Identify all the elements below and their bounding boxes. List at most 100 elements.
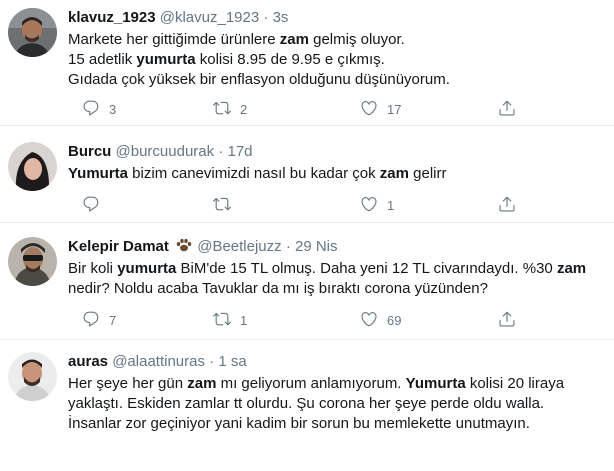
tweet-card[interactable]: auras @alaattinuras · 1 sa Her şeye her …	[0, 341, 614, 471]
highlighted-keyword: zam	[379, 165, 409, 182]
retweet-count: 2	[240, 101, 248, 117]
text-segment: bizim canevimizdi nasıl bu kadar çok	[128, 165, 380, 182]
paw-emoji-icon	[175, 238, 193, 252]
reply-icon	[82, 195, 100, 216]
highlighted-keyword: zam	[279, 31, 309, 48]
tweet-card[interactable]: Burcu @burcuudurak · 17d Yumurta bizim c…	[0, 127, 614, 223]
reply-icon	[82, 99, 100, 120]
share-icon	[498, 195, 516, 216]
text-segment: 15 adetlik	[68, 51, 137, 68]
text-segment: Markete her gittiğimde ürünlere	[68, 31, 280, 48]
share-button[interactable]	[498, 99, 516, 119]
retweet-icon	[213, 99, 231, 120]
user-handle[interactable]: @Beetlejuzz	[197, 238, 281, 255]
like-button[interactable]: 17	[360, 99, 401, 119]
highlighted-keyword: zam	[187, 375, 217, 392]
avatar[interactable]	[8, 8, 57, 57]
tweet-text-line: yaklaştı. Eskiden zamlar tt olurdu. Şu c…	[68, 394, 606, 414]
timestamp[interactable]: 3s	[273, 9, 289, 26]
heart-icon	[360, 99, 378, 120]
like-button[interactable]: 69	[360, 310, 401, 330]
timestamp[interactable]: 29 Nis	[295, 238, 338, 255]
user-handle[interactable]: @burcuudurak	[116, 143, 215, 160]
display-name[interactable]: auras	[68, 353, 108, 370]
retweet-button[interactable]: 2	[213, 99, 247, 119]
like-button[interactable]: 1	[360, 195, 394, 215]
tweet-actions: 7 1 69	[68, 310, 606, 330]
tweet-header: Burcu @burcuudurak · 17d	[68, 142, 606, 161]
tweet-header: klavuz_1923 @klavuz_1923 · 3s	[68, 8, 606, 27]
text-segment: Her şeye her gün	[68, 375, 188, 392]
like-count: 69	[387, 312, 402, 328]
avatar[interactable]	[8, 142, 57, 191]
tweet-text: Markete her gittiğimde ürünlere zam gelm…	[68, 30, 606, 90]
user-handle[interactable]: @alaattinuras	[112, 353, 205, 370]
tweet-text: Yumurta bizim canevimizdi nasıl bu kadar…	[68, 164, 606, 184]
display-name[interactable]: klavuz_1923	[68, 9, 156, 26]
retweet-count: 1	[240, 312, 248, 328]
tweet-text-line: Markete her gittiğimde ürünlere zam gelm…	[68, 30, 606, 50]
tweet-text: Bir koli yumurta BiM'de 15 TL olmuş. Dah…	[68, 259, 606, 299]
retweet-icon	[213, 195, 231, 216]
separator: ·	[285, 238, 291, 255]
display-name[interactable]: Burcu	[68, 143, 111, 160]
share-icon	[498, 310, 516, 331]
display-name[interactable]: Kelepir Damat	[68, 238, 169, 255]
reply-count: 3	[109, 101, 117, 117]
text-segment: İnsanlar zor geçiniyor yani kadim bir so…	[68, 415, 530, 432]
text-segment: yaklaştı. Eskiden zamlar tt olurdu. Şu c…	[68, 395, 545, 412]
heart-icon	[360, 310, 378, 331]
retweet-button[interactable]	[213, 195, 240, 215]
reply-button[interactable]: 3	[82, 99, 116, 119]
highlighted-keyword: Yumurta	[405, 375, 466, 392]
share-icon	[498, 99, 516, 120]
reply-button[interactable]	[82, 195, 109, 215]
text-segment: kolisi 8.95 de 9.95 e çıkmış.	[195, 51, 385, 68]
timestamp[interactable]: 17d	[227, 143, 252, 160]
timestamp[interactable]: 1 sa	[218, 353, 246, 370]
highlighted-keyword: zam	[556, 260, 587, 277]
tweet-text-line: Her şeye her gün zam mı geliyorum anlamı…	[68, 374, 606, 394]
tweet-feed: klavuz_1923 @klavuz_1923 · 3s Markete he…	[0, 0, 614, 471]
tweet-actions: 3 2 17	[68, 99, 606, 119]
text-segment: Bir koli	[68, 260, 118, 277]
like-count: 1	[387, 197, 395, 213]
user-handle[interactable]: @klavuz_1923	[160, 9, 259, 26]
text-segment: nedir? Noldu acaba Tavuklar da mı iş bır…	[68, 280, 488, 297]
text-segment: BiM'de 15 TL olmuş. Daha yeni 12 TL civa…	[176, 260, 557, 277]
text-segment: gelirr	[408, 165, 447, 182]
text-segment: Gıdada çok yüksek bir enflasyon olduğunu…	[68, 71, 450, 88]
like-count: 17	[387, 101, 402, 117]
tweet-header: Kelepir Damat @Beetlejuzz · 29 Nis	[68, 237, 606, 256]
share-button[interactable]	[498, 195, 516, 215]
reply-icon	[82, 310, 100, 331]
text-segment: kolisi 20 liraya	[465, 375, 565, 392]
tweet-text-line: Bir koli yumurta BiM'de 15 TL olmuş. Dah…	[68, 259, 606, 279]
avatar[interactable]	[8, 237, 57, 286]
highlighted-keyword: yumurta	[136, 51, 196, 68]
highlighted-keyword: yumurta	[117, 260, 177, 277]
reply-button[interactable]: 7	[82, 310, 116, 330]
tweet-text-line: Yumurta bizim canevimizdi nasıl bu kadar…	[68, 164, 606, 184]
separator: ·	[209, 353, 215, 370]
share-button[interactable]	[498, 310, 516, 330]
tweet-text-line: 15 adetlik yumurta kolisi 8.95 de 9.95 e…	[68, 50, 606, 70]
tweet-actions: 1	[68, 195, 606, 215]
separator: ·	[263, 9, 269, 26]
retweet-button[interactable]: 1	[213, 310, 247, 330]
tweet-text-line: nedir? Noldu acaba Tavuklar da mı iş bır…	[68, 279, 606, 299]
text-segment: gelmiş oluyor.	[308, 31, 405, 48]
reply-count: 7	[109, 312, 117, 328]
tweet-header: auras @alaattinuras · 1 sa	[68, 352, 606, 371]
separator: ·	[218, 143, 224, 160]
heart-icon	[360, 195, 378, 216]
text-segment: mı geliyorum anlamıyorum.	[216, 375, 406, 392]
tweet-text-line: İnsanlar zor geçiniyor yani kadim bir so…	[68, 414, 606, 434]
retweet-icon	[213, 310, 231, 331]
tweet-text-line: Gıdada çok yüksek bir enflasyon olduğunu…	[68, 70, 606, 90]
tweet-card[interactable]: klavuz_1923 @klavuz_1923 · 3s Markete he…	[0, 0, 614, 126]
tweet-card[interactable]: Kelepir Damat @Beetlejuzz · 29 Nis Bir k…	[0, 224, 614, 340]
tweet-text: Her şeye her gün zam mı geliyorum anlamı…	[68, 374, 606, 434]
highlighted-keyword: Yumurta	[68, 165, 129, 182]
avatar[interactable]	[8, 352, 57, 401]
